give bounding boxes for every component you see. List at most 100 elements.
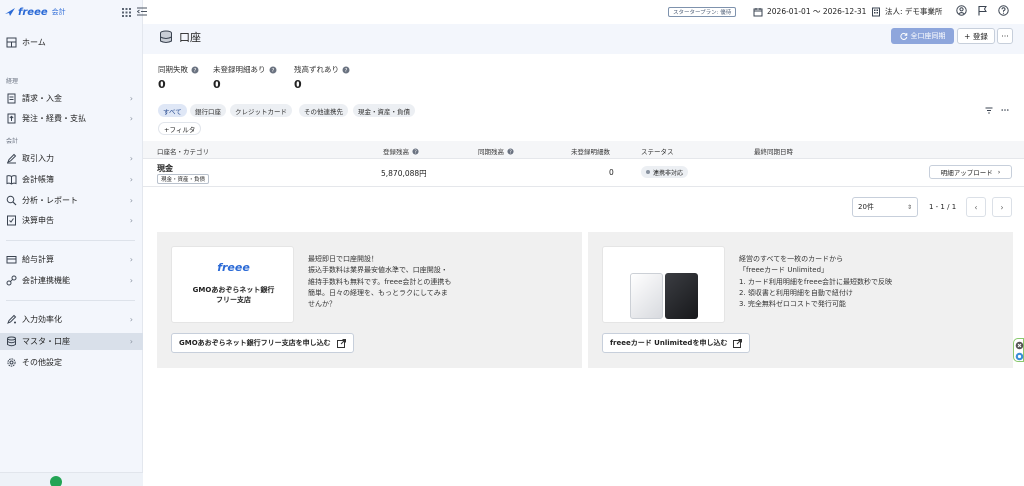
sync-all-label: 全口座同期 [910,32,946,40]
sidebar-item-label: 会計連携機能 [22,276,70,285]
chevron-right-icon: › [129,276,133,285]
close-icon[interactable] [1015,341,1024,350]
apply-freee-card-button[interactable]: freeeカード Unlimitedを申し込む [602,333,751,353]
upload-statement-button[interactable]: 明細アップロード › [929,165,1012,179]
filter-chip-credit-card[interactable]: クレジットカード [230,104,292,117]
sync-icon [899,32,907,40]
help-icon[interactable]: ? [342,66,350,74]
freee-logo[interactable]: freee 会計 [4,7,66,18]
sidebar-item-analysis[interactable]: 分析・レポート › [0,192,143,209]
sidebar-collapse-icon[interactable] [137,7,147,16]
magic-pen-icon [7,314,17,324]
promo-line: 簡単。日々の経理を、もっとラクにしてみま [308,288,448,297]
brand-name: freee [18,6,48,18]
chevron-right-icon: › [129,175,133,184]
building-icon [872,7,880,16]
col-header-last-sync[interactable]: 最終同期日時 [754,146,793,156]
stat-label: 残高ずれあり [294,65,339,74]
sidebar-item-order-expense[interactable]: 発注・経費・支払 › [0,110,143,127]
plan-badge[interactable]: スタータープラン: 優待 [668,7,737,17]
sidebar-item-efficiency[interactable]: 入力効率化 › [0,311,143,328]
gmo-bank-name: GMOあおぞらネット銀行 フリー支店 [172,285,295,305]
per-page-select[interactable]: 20件 ⇕ [852,197,918,217]
next-page-button[interactable]: › [992,197,1012,217]
sidebar-item-integrations[interactable]: 会計連携機能 › [0,272,143,289]
promo-line: 経営のすべてを一枚のカードから [739,255,844,263]
status-text: 連携非対応 [653,169,684,177]
svg-text:?: ? [194,68,197,74]
sidebar-item-other-settings[interactable]: その他設定 [0,354,143,371]
help-icon[interactable]: ? [269,66,277,74]
help-icon[interactable]: ? [412,147,419,155]
freee-logo: freee [217,261,250,274]
sidebar-item-payroll[interactable]: 給与計算 › [0,251,143,268]
promo-line: 「freeeカード Unlimited」 [739,266,829,275]
sidebar-item-ledger[interactable]: 会計帳簿 › [0,171,143,188]
notification-badge[interactable] [50,476,62,486]
magnifier-icon [6,195,17,206]
col-header-label: 登録残高 [383,148,409,156]
filter-icon[interactable] [985,106,993,114]
filter-chip-all[interactable]: すべて [158,104,187,117]
external-link-icon [733,338,743,348]
floating-widget-tab[interactable] [1013,338,1024,362]
filter-chip-other[interactable]: その他連携先 [299,104,348,117]
help-icon[interactable]: ? [191,66,199,74]
sidebar-item-label: 請求・入金 [22,94,62,103]
col-header-name[interactable]: 口座名・カテゴリ [157,146,209,156]
sidebar-item-transaction-input[interactable]: 取引入力 › [0,150,143,167]
document-icon [7,93,16,104]
more-menu-button[interactable]: ··· [997,28,1013,44]
chevron-right-icon: › [1000,202,1004,212]
help-icon[interactable] [998,5,1009,16]
unregistered-count: 0 [609,168,614,177]
help-icon[interactable]: ? [507,147,514,155]
sidebar-item-master-accounts[interactable]: マスタ・口座 › [0,333,143,350]
user-icon[interactable] [956,5,967,16]
promo-button-label: GMOあおぞらネット銀行フリー支店を申し込む [179,339,331,347]
filter-chip-bank[interactable]: 銀行口座 [190,104,226,117]
fiscal-period[interactable]: 2026-01-01 〜 2026-12-31 [753,6,866,17]
sidebar-item-label: マスタ・口座 [22,337,70,346]
fiscal-period-text: 2026-01-01 〜 2026-12-31 [767,7,867,16]
more-icon[interactable] [1001,106,1009,114]
account-name[interactable]: 現金 [157,163,173,174]
pen-icon [7,153,17,164]
svg-text:?: ? [345,68,348,74]
stat-label: 同期失敗 [158,65,188,74]
chevron-right-icon: › [129,216,133,225]
page-header: 口座 全口座同期 + 登録 ··· [143,24,1024,54]
register-button[interactable]: + 登録 [957,28,995,44]
chevron-right-icon: › [129,255,133,264]
chevron-right-icon: › [129,196,133,205]
chat-icon[interactable] [1015,352,1024,361]
filing-icon [7,215,16,226]
stat-unregistered: 未登録明細あり ? 0 [213,64,277,91]
company-switcher[interactable]: 法人: デモ事業所 [871,6,942,17]
database-icon [7,336,16,347]
col-header-synced-balance[interactable]: 同期残高 ? [478,146,514,156]
table-row[interactable]: 現金 現金・資産・負債 5,870,088円 0 連携非対応 明細アップロード › [143,160,1024,187]
col-header-status[interactable]: ステータス [641,146,674,156]
prev-page-button[interactable]: ‹ [966,197,986,217]
chevron-right-icon: › [997,168,1001,176]
sidebar-item-label: ホーム [22,37,46,47]
promo-line: 振込手数料は業界最安値水準で、口座開設・ [308,266,448,275]
sidebar-item-label: 給与計算 [22,255,54,264]
apps-grid-icon[interactable] [122,7,131,17]
svg-text:?: ? [414,149,417,155]
payroll-icon [6,256,17,264]
filter-chip-cash-assets[interactable]: 現金・資産・負債 [353,104,415,117]
promo-description: 経営のすべてを一枚のカードから 「freeeカード Unlimited」 1. … [739,254,892,310]
sidebar-item-tax-filing[interactable]: 決算申告 › [0,212,143,229]
flag-icon[interactable] [977,5,988,16]
sync-all-button[interactable]: 全口座同期 [891,28,954,44]
col-header-unregistered[interactable]: 未登録明細数 [571,146,610,156]
chevron-right-icon: › [129,94,133,103]
add-filter-button[interactable]: +フィルタ [158,122,202,135]
sidebar-item-invoice[interactable]: 請求・入金 › [0,90,143,107]
sidebar-item-label: 入力効率化 [22,315,62,324]
col-header-balance[interactable]: 登録残高 ? [383,146,419,156]
apply-gmo-bank-button[interactable]: GMOあおぞらネット銀行フリー支店を申し込む [171,333,354,353]
sidebar-item-home[interactable]: ホーム [0,33,143,51]
